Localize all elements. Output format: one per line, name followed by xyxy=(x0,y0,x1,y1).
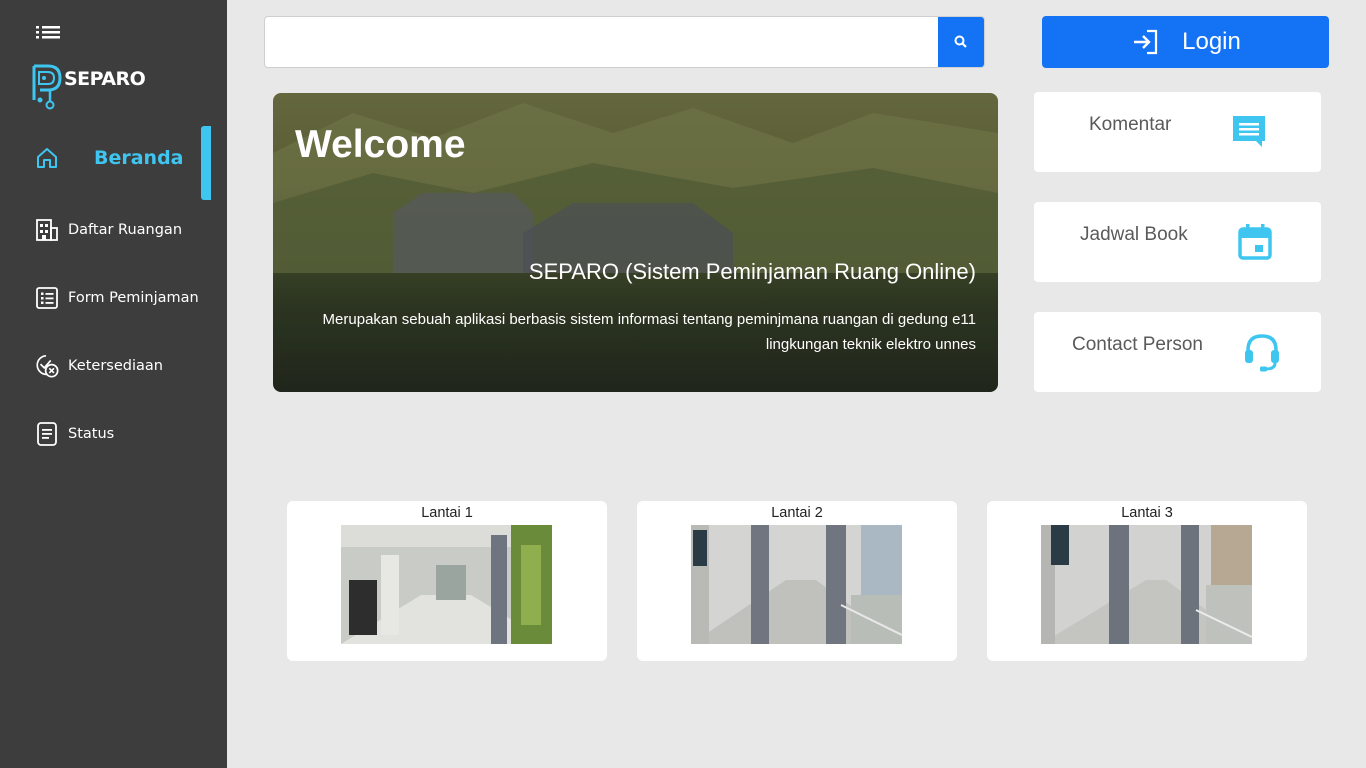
sidebar-item-label: Status xyxy=(68,426,115,442)
login-button[interactable]: Login xyxy=(1042,16,1329,68)
search-bar xyxy=(264,16,985,68)
building-icon xyxy=(34,217,60,243)
sidebar-item-daftar-ruangan[interactable]: Daftar Ruangan xyxy=(0,217,227,243)
sidebar-item-status[interactable]: Status xyxy=(0,421,227,447)
logo-icon xyxy=(32,64,62,110)
sidebar-item-ketersediaan[interactable]: Ketersediaan xyxy=(0,353,227,379)
welcome-banner: Welcome SEPARO (Sistem Peminjaman Ruang … xyxy=(273,93,998,392)
search-icon xyxy=(954,35,967,48)
banner-image xyxy=(273,103,998,273)
floor-card-lantai-1[interactable]: Lantai 1 xyxy=(287,501,607,661)
contact-person-card-label: Contact Person xyxy=(1072,334,1203,355)
contact-person-card[interactable]: Contact Person xyxy=(1034,312,1321,392)
sidebar-item-label: Form Peminjaman xyxy=(68,290,199,306)
welcome-title: Welcome xyxy=(295,123,466,166)
floor-title: Lantai 2 xyxy=(771,505,823,521)
sidebar-item-label: Daftar Ruangan xyxy=(68,222,183,238)
sidebar-item-form-peminjaman[interactable]: Form Peminjaman xyxy=(0,285,227,311)
comment-icon xyxy=(1233,116,1265,147)
floor-card-lantai-2[interactable]: Lantai 2 xyxy=(637,501,957,661)
schedule-card[interactable]: Jadwal Book xyxy=(1034,202,1321,282)
menu-toggle-icon[interactable] xyxy=(34,20,62,44)
calendar-icon xyxy=(1238,224,1272,260)
login-icon xyxy=(1134,29,1158,55)
comment-card-label: Komentar xyxy=(1089,114,1172,135)
availability-icon xyxy=(34,353,60,379)
search-button[interactable] xyxy=(938,17,984,67)
floor-1-image xyxy=(341,525,552,644)
comment-card[interactable]: Komentar xyxy=(1034,92,1321,172)
floor-card-lantai-3[interactable]: Lantai 3 xyxy=(987,501,1307,661)
sidebar: SEPARO Beranda Daftar Ruangan Form Pemin… xyxy=(0,0,227,768)
login-label: Login xyxy=(1182,28,1241,55)
sidebar-item-label: Beranda xyxy=(94,147,184,169)
headset-icon xyxy=(1245,334,1279,372)
schedule-card-label: Jadwal Book xyxy=(1080,224,1188,245)
banner-description: Merupakan sebuah aplikasi berbasis siste… xyxy=(322,311,976,353)
floor-title: Lantai 3 xyxy=(1121,505,1173,521)
home-icon xyxy=(34,145,60,171)
floor-3-image xyxy=(1041,525,1252,644)
banner-subtitle: SEPARO (Sistem Peminjaman Ruang Online) xyxy=(528,259,976,284)
sidebar-item-label: Ketersediaan xyxy=(68,358,163,374)
floor-title: Lantai 1 xyxy=(421,505,473,521)
search-input[interactable] xyxy=(265,17,940,67)
brand-logo[interactable]: SEPARO xyxy=(30,62,146,110)
sidebar-item-beranda[interactable]: Beranda xyxy=(0,145,227,171)
document-icon xyxy=(34,421,60,447)
floor-2-image xyxy=(691,525,902,644)
brand-name: SEPARO xyxy=(64,68,146,90)
form-list-icon xyxy=(34,285,60,311)
